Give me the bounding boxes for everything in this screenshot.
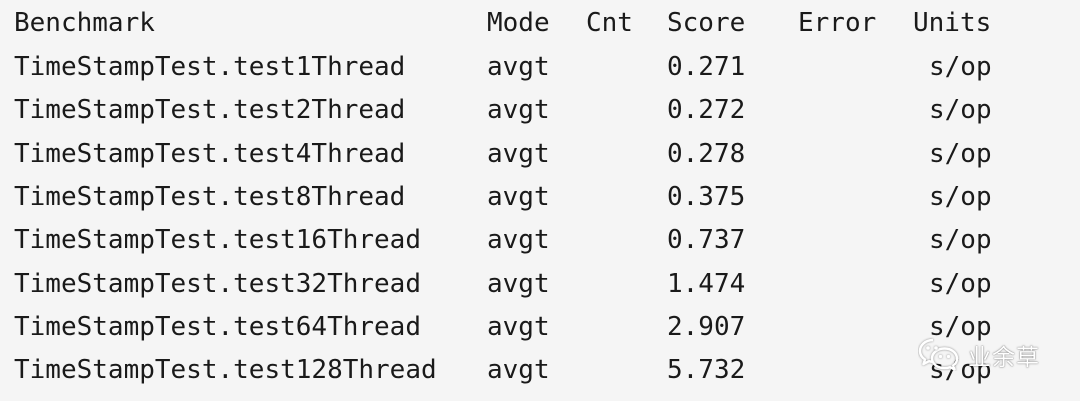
score-value: 0.278 — [667, 139, 746, 169]
header-mode: Mode — [487, 8, 550, 38]
table-header-row: Benchmark Mode Cnt Score Error Units — [0, 3, 1080, 43]
score-value: 1.474 — [667, 269, 746, 299]
benchmark-name: TimeStampTest.test64Thread — [14, 312, 421, 342]
table-row: TimeStampTest.test2Thread avgt 0.272 s/o… — [0, 90, 1080, 130]
header-units: Units — [913, 8, 992, 38]
score-value: 0.271 — [667, 52, 746, 82]
mode-value: avgt — [487, 312, 550, 342]
score-value: 5.732 — [667, 355, 746, 385]
table-row: TimeStampTest.test1Thread avgt 0.271 s/o… — [0, 47, 1080, 87]
units-value: s/op — [929, 52, 992, 82]
watermark: 业余草 — [918, 333, 1058, 377]
benchmark-name: TimeStampTest.test128Thread — [14, 355, 437, 385]
units-value: s/op — [929, 269, 992, 299]
benchmark-name: TimeStampTest.test16Thread — [14, 225, 421, 255]
units-value: s/op — [929, 225, 992, 255]
benchmark-name: TimeStampTest.test1Thread — [14, 52, 406, 82]
benchmark-name: TimeStampTest.test4Thread — [14, 139, 406, 169]
mode-value: avgt — [487, 269, 550, 299]
score-value: 0.375 — [667, 182, 746, 212]
units-value: s/op — [929, 95, 992, 125]
score-value: 2.907 — [667, 312, 746, 342]
table-row: TimeStampTest.test32Thread avgt 1.474 s/… — [0, 264, 1080, 304]
header-error: Error — [798, 8, 877, 38]
mode-value: avgt — [487, 225, 550, 255]
mode-value: avgt — [487, 355, 550, 385]
mode-value: avgt — [487, 52, 550, 82]
header-cnt: Cnt — [586, 8, 633, 38]
wechat-icon — [918, 337, 960, 371]
header-benchmark: Benchmark — [14, 8, 155, 38]
mode-value: avgt — [487, 139, 550, 169]
benchmark-name: TimeStampTest.test8Thread — [14, 182, 406, 212]
score-value: 0.272 — [667, 95, 746, 125]
units-value: s/op — [929, 182, 992, 212]
table-row: TimeStampTest.test8Thread avgt 0.375 s/o… — [0, 177, 1080, 217]
benchmark-name: TimeStampTest.test2Thread — [14, 95, 406, 125]
score-value: 0.737 — [667, 225, 746, 255]
mode-value: avgt — [487, 182, 550, 212]
units-value: s/op — [929, 139, 992, 169]
header-score: Score — [667, 8, 746, 38]
benchmark-name: TimeStampTest.test32Thread — [14, 269, 421, 299]
mode-value: avgt — [487, 95, 550, 125]
table-row: TimeStampTest.test16Thread avgt 0.737 s/… — [0, 220, 1080, 260]
table-row: TimeStampTest.test4Thread avgt 0.278 s/o… — [0, 134, 1080, 174]
watermark-text: 业余草 — [968, 345, 1040, 371]
